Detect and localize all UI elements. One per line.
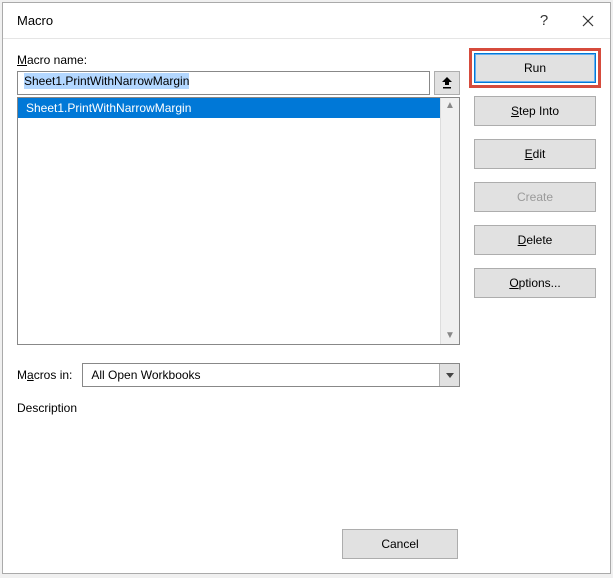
- macros-in-dropdown[interactable]: All Open Workbooks: [82, 363, 460, 387]
- scroll-down-icon[interactable]: ▼: [445, 331, 455, 341]
- edit-button[interactable]: Edit: [474, 139, 596, 169]
- titlebar: Macro ?: [3, 3, 610, 39]
- dropdown-button[interactable]: [439, 364, 459, 386]
- macro-dialog: Macro ? Macro name: Sheet1.PrintWithNarr…: [2, 2, 611, 574]
- footer: Cancel: [17, 529, 460, 561]
- macros-in-row: Macros in: All Open Workbooks: [17, 363, 460, 387]
- listbox-body[interactable]: Sheet1.PrintWithNarrowMargin: [18, 98, 440, 344]
- step-into-button[interactable]: Step Into: [474, 96, 596, 126]
- listbox-scrollbar[interactable]: ▲ ▼: [440, 98, 459, 344]
- close-button[interactable]: [566, 3, 610, 39]
- macro-listbox[interactable]: Sheet1.PrintWithNarrowMargin ▲ ▼: [17, 97, 460, 345]
- create-button: Create: [474, 182, 596, 212]
- help-button[interactable]: ?: [522, 3, 566, 39]
- run-button[interactable]: Run: [474, 53, 596, 83]
- description-label: Description: [17, 401, 460, 415]
- chevron-down-icon: [446, 373, 454, 378]
- dropdown-value: All Open Workbooks: [83, 364, 439, 386]
- scroll-up-icon[interactable]: ▲: [445, 101, 455, 111]
- macro-name-label: Macro name:: [17, 53, 460, 67]
- right-column: Run Step Into Edit Create Delete Options…: [474, 53, 596, 561]
- dialog-title: Macro: [17, 13, 522, 28]
- macros-in-label: Macros in:: [17, 368, 72, 382]
- list-item[interactable]: Sheet1.PrintWithNarrowMargin: [18, 98, 440, 118]
- spacer: [17, 421, 460, 529]
- options-button[interactable]: Options...: [474, 268, 596, 298]
- macro-name-row: Sheet1.PrintWithNarrowMargin: [17, 71, 460, 95]
- close-icon: [582, 15, 594, 27]
- run-button-highlight: Run: [469, 48, 601, 88]
- arrow-up-icon: [441, 76, 453, 90]
- run-selected-button[interactable]: [434, 71, 460, 95]
- left-column: Macro name: Sheet1.PrintWithNarrowMargin…: [17, 53, 460, 561]
- cancel-button[interactable]: Cancel: [342, 529, 458, 559]
- dialog-body: Macro name: Sheet1.PrintWithNarrowMargin…: [3, 39, 610, 573]
- macro-name-input[interactable]: Sheet1.PrintWithNarrowMargin: [17, 71, 430, 95]
- delete-button[interactable]: Delete: [474, 225, 596, 255]
